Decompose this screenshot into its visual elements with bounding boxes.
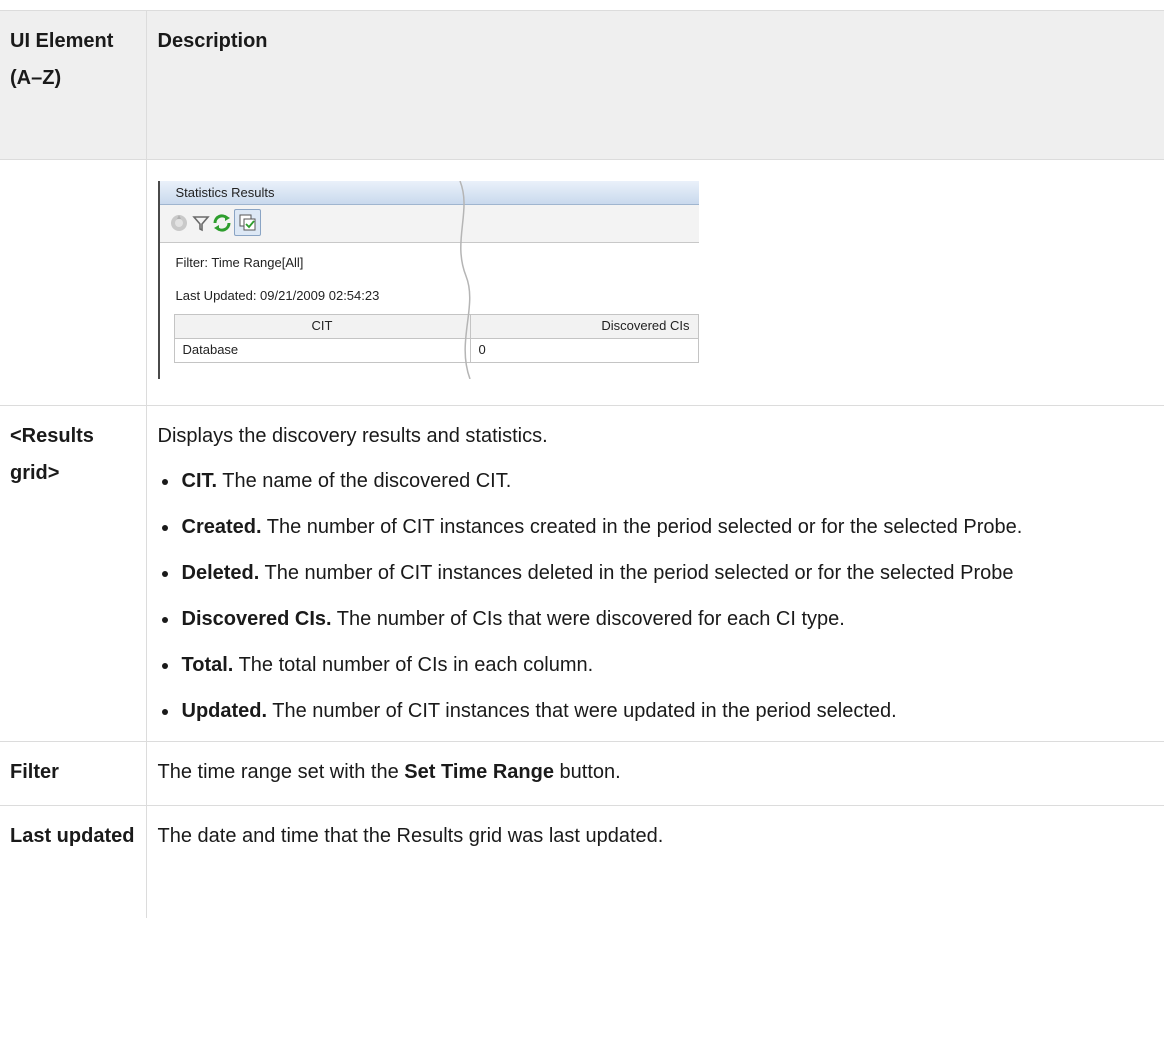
field-list: CIT. The name of the discovered CIT. Cre…	[158, 463, 1153, 730]
list-item: CIT. The name of the discovered CIT.	[158, 463, 1153, 500]
ui-element-description: Displays the discovery results and stati…	[146, 405, 1164, 742]
select-cits-toggle-button[interactable]	[233, 209, 261, 236]
select-cits-toggle-icon	[239, 214, 255, 231]
list-item: Created. The number of CIT instances cre…	[158, 509, 1153, 546]
table-row-results-grid: <Results grid> Displays the discovery re…	[0, 405, 1164, 742]
list-item: Deleted. The number of CIT instances del…	[158, 555, 1153, 592]
results-grid-header: CIT Discovered CIs	[173, 314, 699, 339]
panel-title: Statistics Results	[159, 181, 699, 205]
grid-cell-cit: Database	[173, 338, 471, 363]
table-row-last-updated: Last updated The date and time that the …	[0, 805, 1164, 918]
table-row[interactable]: Database 0	[173, 338, 699, 363]
grid-cell-discovered: 0	[469, 338, 699, 363]
ui-element-description: The date and time that the Results grid …	[146, 805, 1164, 918]
table-header-row: UI Element (A–Z) Description	[0, 10, 1164, 160]
refresh-icon[interactable]	[211, 212, 233, 234]
grid-column-discovered-cis[interactable]: Discovered CIs	[469, 314, 699, 339]
filter-readout: Filter: Time Range[All]	[175, 255, 304, 270]
description-text: Displays the discovery results and stati…	[157, 425, 548, 447]
screenshot-cell: Statistics Results Filter: Time Range[Al…	[146, 159, 1164, 406]
grid-column-cit[interactable]: CIT	[173, 314, 471, 339]
column-header-description: Description	[146, 10, 1164, 160]
results-grid: CIT Discovered CIs Database 0	[173, 314, 699, 363]
torn-edge-divider	[458, 181, 471, 379]
ui-element-name: Filter	[0, 741, 147, 806]
list-item: Updated. The number of CIT instances tha…	[158, 693, 1153, 730]
ui-element-name: <Results grid>	[0, 405, 147, 742]
column-header-ui-element: UI Element (A–Z)	[0, 10, 147, 160]
ui-elements-table: UI Element (A–Z) Description Statistics …	[0, 10, 1164, 918]
discovery-progress-icon[interactable]	[168, 212, 190, 234]
last-updated-readout: Last Updated: 09/21/2009 02:54:23	[175, 288, 380, 303]
table-row-filter: Filter The time range set with the Set T…	[0, 741, 1164, 806]
table-row-screenshot: Statistics Results Filter: Time Range[Al…	[0, 159, 1164, 406]
statistics-results-screenshot: Statistics Results Filter: Time Range[Al…	[157, 181, 699, 379]
filter-icon[interactable]	[190, 212, 212, 234]
ui-element-name: Last updated	[0, 805, 147, 918]
empty-cell	[0, 159, 147, 406]
list-item: Discovered CIs. The number of CIs that w…	[158, 601, 1153, 638]
ui-element-description: The time range set with the Set Time Ran…	[146, 741, 1164, 806]
list-item: Total. The total number of CIs in each c…	[158, 647, 1153, 684]
panel-toolbar	[159, 205, 699, 243]
